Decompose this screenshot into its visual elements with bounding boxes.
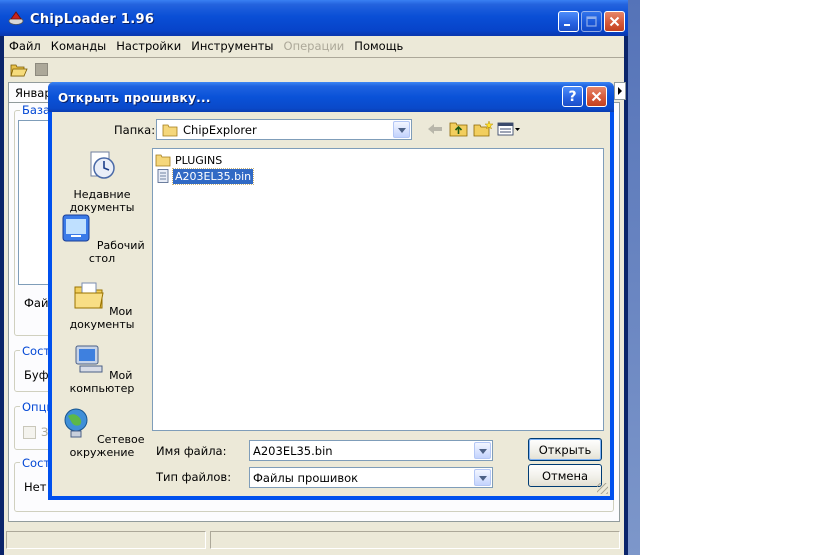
file-list[interactable]: PLUGINS A203EL35.bin: [152, 148, 604, 431]
open-folder-icon[interactable]: [10, 62, 28, 78]
folder-icon: [155, 154, 171, 167]
menu-help[interactable]: Помощь: [349, 36, 408, 56]
look-in-combo[interactable]: ChipExplorer: [156, 119, 412, 140]
chip-app-icon: [8, 11, 24, 25]
list-item[interactable]: PLUGINS: [155, 152, 224, 168]
file-name-input[interactable]: A203EL35.bin: [249, 440, 493, 461]
file-name: A203EL35.bin: [171, 167, 255, 185]
desktop-icon: [62, 214, 90, 242]
file-name-dropdown-button[interactable]: [474, 442, 491, 459]
my-documents-icon: [74, 282, 104, 309]
file-type-label: Тип файлов:: [156, 470, 232, 484]
tab-scroll-button[interactable]: [614, 82, 626, 100]
status-panel-1: [6, 531, 206, 549]
view-menu-icon[interactable]: [496, 120, 522, 138]
help-button[interactable]: ?: [562, 86, 583, 107]
place-desktop-label: Рабочий стол: [88, 239, 145, 265]
dialog-body: Папка: ChipExplorer Недавние документы Р…: [52, 112, 610, 496]
look-in-dropdown-button[interactable]: [393, 121, 410, 138]
status-bar: [4, 528, 624, 551]
folder-icon: [162, 124, 178, 137]
place-desktop[interactable]: Рабочий стол: [58, 212, 146, 265]
place-network[interactable]: Сетевое окружение: [58, 406, 146, 459]
close-icon: [609, 16, 620, 27]
stop-icon: [35, 63, 48, 76]
binary-file-icon: [157, 169, 169, 183]
file-name: PLUGINS: [175, 153, 223, 167]
menu-file[interactable]: Файл: [4, 36, 46, 56]
places-bar: Недавние документы Рабочий стол Мои доку…: [58, 148, 146, 496]
minimize-icon: [564, 24, 570, 26]
file-type-value: Файлы прошивок: [253, 471, 359, 485]
place-recent[interactable]: Недавние документы: [58, 148, 146, 214]
open-firmware-dialog: Открыть прошивку... ? Папка: ChipExplore…: [48, 82, 614, 500]
toolbar: [8, 60, 68, 80]
chevron-right-icon: [618, 87, 622, 95]
menu-commands[interactable]: Команды: [46, 36, 111, 56]
file-name-label: Имя файла:: [156, 444, 227, 458]
main-close-button[interactable]: [604, 11, 625, 32]
file-name-value: A203EL35.bin: [253, 444, 333, 458]
new-folder-icon[interactable]: [472, 120, 494, 138]
back-arrow-icon: [428, 124, 442, 134]
menu-separator: [4, 57, 624, 58]
maximize-icon: [586, 16, 597, 27]
file-type-dropdown-button[interactable]: [474, 469, 491, 486]
place-my-computer[interactable]: Мой компьютер: [58, 342, 146, 395]
main-window-title: ChipLoader 1.96: [30, 12, 155, 27]
look-in-label: Папка:: [114, 123, 156, 137]
network-icon: [64, 408, 88, 438]
dialog-title-bar[interactable]: Открыть прошивку... ?: [48, 82, 614, 112]
menu-settings[interactable]: Настройки: [111, 36, 186, 56]
dialog-title: Открыть прошивку...: [58, 91, 211, 105]
menu-tools[interactable]: Инструменты: [186, 36, 278, 56]
my-computer-icon: [75, 345, 103, 373]
list-item[interactable]: A203EL35.bin: [155, 167, 255, 185]
main-title-bar[interactable]: ChipLoader 1.96: [0, 0, 628, 36]
menu-bar: Файл Команды Настройки Инструменты Опера…: [4, 36, 403, 56]
file-type-select[interactable]: Файлы прошивок: [249, 467, 493, 488]
help-icon: ?: [568, 88, 577, 105]
option-checkbox: [23, 426, 36, 439]
open-button[interactable]: Открыть: [528, 438, 602, 461]
status-panel-2: [210, 531, 620, 549]
minimize-button[interactable]: [558, 11, 579, 32]
look-in-value: ChipExplorer: [183, 123, 257, 137]
up-folder-icon[interactable]: [448, 120, 470, 138]
place-recent-label: Недавние документы: [69, 188, 135, 214]
desktop-background: [628, 0, 640, 555]
recent-documents-icon: [90, 151, 115, 179]
place-my-documents[interactable]: Мои документы: [58, 278, 146, 331]
dialog-close-button[interactable]: [586, 86, 607, 107]
resize-grip[interactable]: [597, 483, 608, 494]
close-icon: [591, 91, 602, 102]
maximize-button: [581, 11, 602, 32]
cancel-button[interactable]: Отмена: [528, 464, 602, 487]
menu-operations: Операции: [283, 39, 345, 53]
